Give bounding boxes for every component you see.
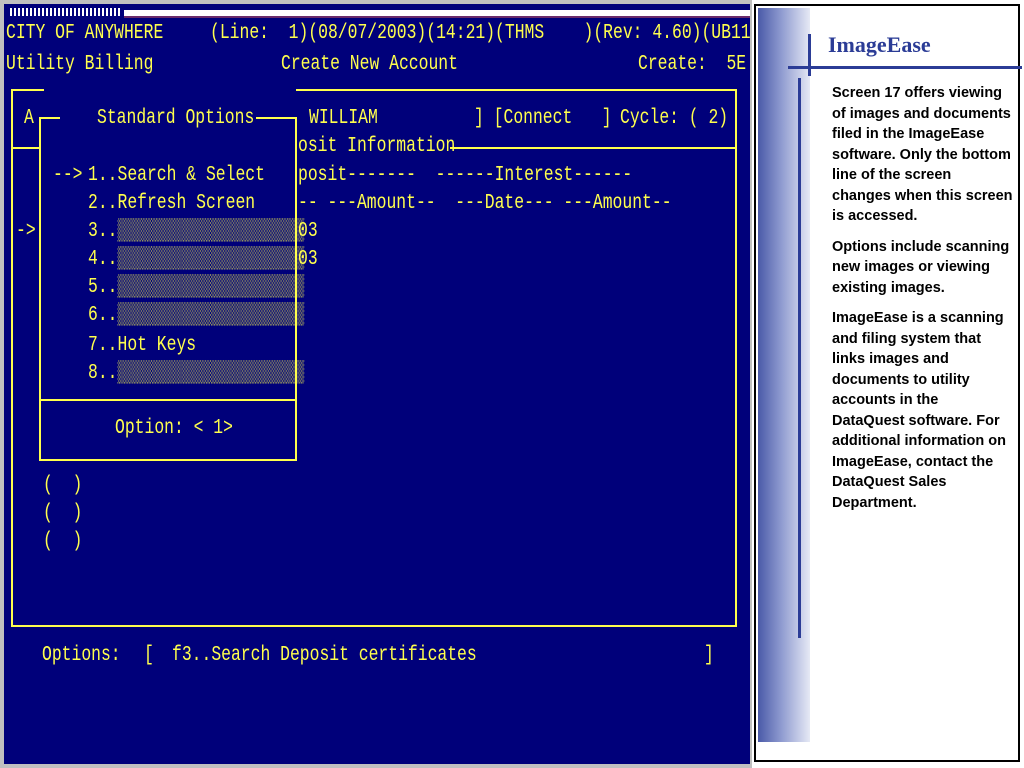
panel-paragraph-3: ImageEase is a scanning and filing syste… [832, 310, 1006, 511]
cycle-field[interactable]: Cycle: ( 2) [620, 107, 728, 131]
panel-side-rule [798, 78, 801, 638]
row-cursor: -> [16, 220, 36, 243]
panel-paragraph-1: Screen 17 offers viewing of images and d… [832, 85, 1013, 224]
panel-description: Screen 17 offers viewing of images and d… [832, 83, 1014, 523]
panel-title: ImageEase [828, 32, 931, 57]
options-bar-open-bracket: [ [144, 644, 154, 667]
options-bar-close-bracket: ] [704, 644, 714, 667]
panel-title-rule [788, 66, 1022, 69]
connect-field[interactable]: ] [Connect ] [474, 107, 612, 131]
terminal-title-bar [4, 4, 750, 18]
city-name: CITY OF ANYWHERE [6, 22, 164, 45]
option-item-7[interactable]: 7..Hot Keys [88, 334, 196, 358]
create-code: Create: 5E [638, 53, 747, 76]
checkbox-1[interactable]: ( ) [43, 474, 82, 498]
options-bar-text[interactable]: f3..Search Deposit certificates [172, 644, 477, 668]
session-info: (Line: 1)(08/07/2003)(14:21)(THMS )(Rev:… [210, 22, 750, 45]
option-item-5[interactable]: 5..▒▒▒▒▒▒▒▒▒▒▒▒▒▒▒▒▒▒▒ [88, 276, 304, 300]
panel-accent-line [808, 34, 811, 76]
option-pointer: --> [53, 164, 83, 187]
deposit-section-title: osit Information [298, 135, 456, 158]
option-item-3[interactable]: 3..▒▒▒▒▒▒▒▒▒▒▒▒▒▒▒▒▒▒▒ [88, 220, 304, 244]
standard-options-title: Standard Options [97, 107, 255, 130]
account-name: WILLIAM [309, 107, 378, 130]
module-name: Utility Billing [6, 53, 154, 76]
terminal-screen[interactable]: CITY OF ANYWHERE (Line: 1)(08/07/2003)(1… [4, 4, 750, 764]
option-item-2[interactable]: 2..Refresh Screen [88, 192, 255, 216]
options-bar-label: Options: [42, 644, 121, 667]
checkbox-2[interactable]: ( ) [43, 502, 82, 526]
deposit-columns: -- ---Amount-- ---Date--- ---Amount-- [298, 192, 672, 215]
option-prompt[interactable]: Option: < 1> [115, 417, 233, 441]
info-panel: ImageEase Screen 17 offers viewing of im… [752, 0, 1024, 768]
terminal-screenshot: CITY OF ANYWHERE (Line: 1)(08/07/2003)(1… [0, 0, 752, 768]
deposit-header: posit------- ------Interest------ [298, 164, 633, 187]
option-item-4[interactable]: 4..▒▒▒▒▒▒▒▒▒▒▒▒▒▒▒▒▒▒▒ [88, 248, 304, 272]
screen-title: Create New Account [281, 53, 458, 76]
option-item-1[interactable]: 1..Search & Select [88, 164, 265, 188]
panel-gradient-bar [758, 8, 810, 742]
panel-paragraph-2: Options include scanning new images or v… [832, 238, 1010, 296]
option-item-8[interactable]: 8..▒▒▒▒▒▒▒▒▒▒▒▒▒▒▒▒▒▒▒ [88, 362, 304, 386]
account-prefix: A [24, 107, 34, 130]
checkbox-3[interactable]: ( ) [43, 530, 82, 554]
title-bar-stripe [124, 10, 750, 18]
title-bar-caption [10, 8, 120, 16]
option-item-6[interactable]: 6..▒▒▒▒▒▒▒▒▒▒▒▒▒▒▒▒▒▒▒ [88, 304, 304, 328]
